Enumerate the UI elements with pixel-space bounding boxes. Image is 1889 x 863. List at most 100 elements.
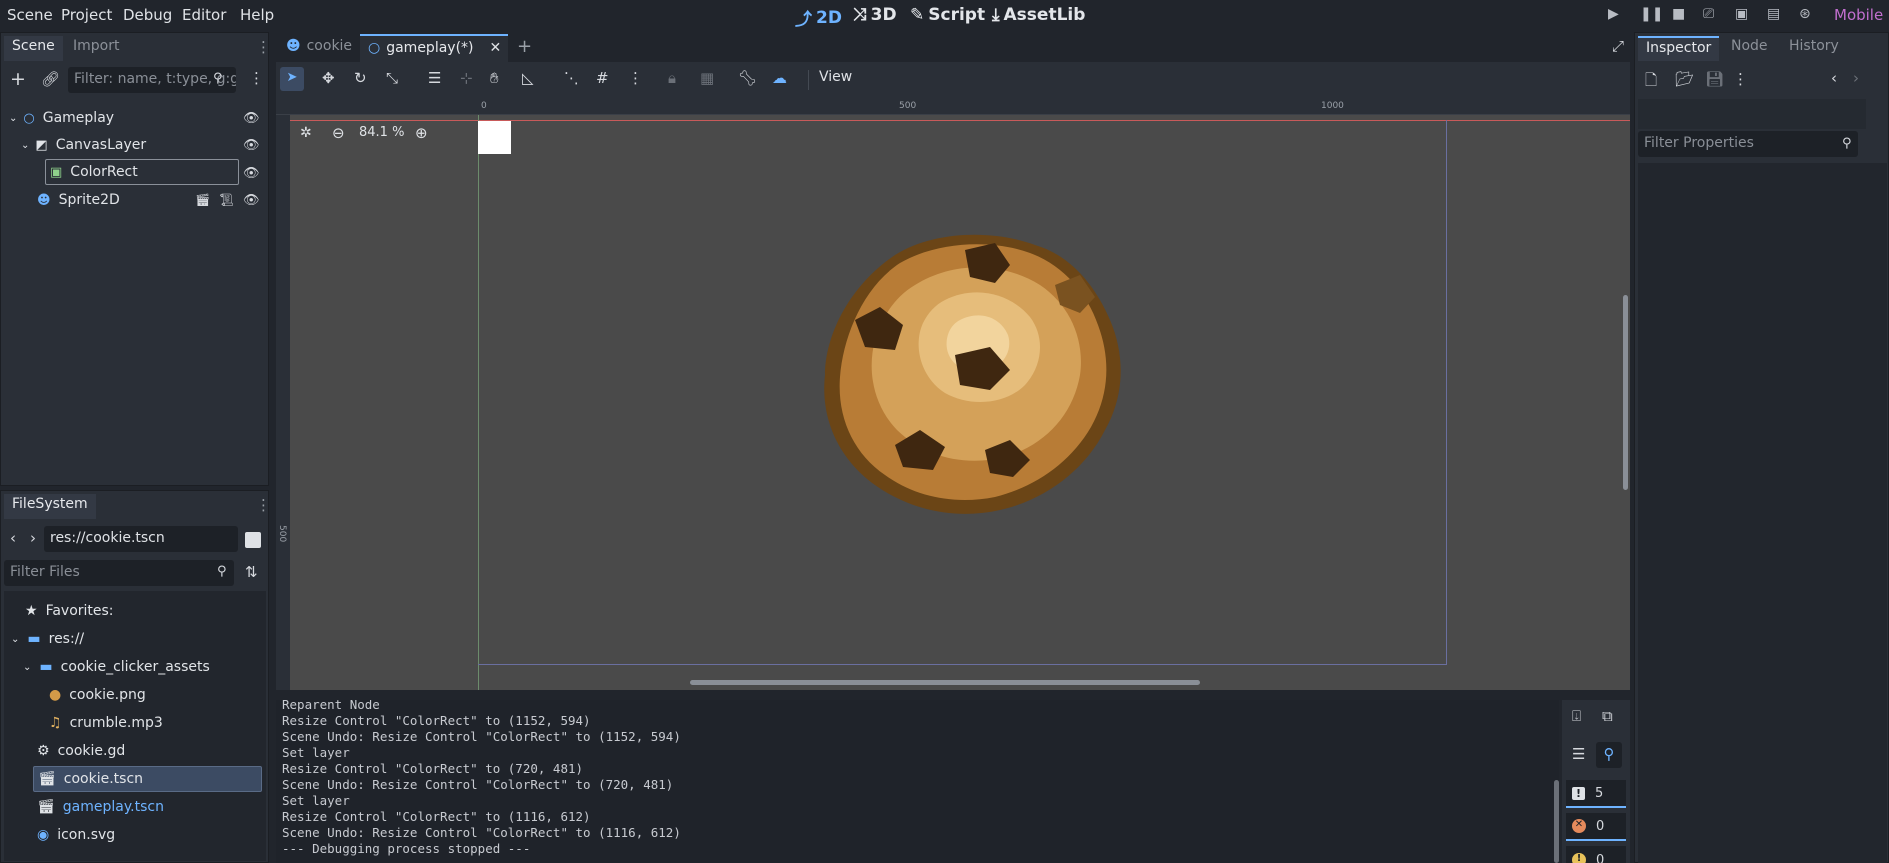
menu-scene[interactable]: Scene: [7, 6, 53, 24]
sort-icon[interactable]: ⇅: [245, 563, 258, 581]
resource-options-icon[interactable]: ⋮: [1733, 70, 1748, 88]
zoom-out-icon[interactable]: ⊖: [332, 124, 345, 142]
scale-tool-icon[interactable]: ⤡: [386, 69, 398, 87]
snap-options-icon[interactable]: ⋮: [628, 69, 643, 87]
stop-icon[interactable]: ■: [1672, 6, 1685, 22]
menu-editor[interactable]: Editor: [182, 6, 226, 24]
distraction-free-icon[interactable]: ⤢: [1612, 37, 1624, 55]
collapse-icon[interactable]: ☰: [1572, 745, 1585, 763]
copy-icon[interactable]: ⧉: [1602, 707, 1613, 725]
bone-icon[interactable]: 🦴︎: [738, 69, 757, 87]
filter-files-input[interactable]: Filter Files: [4, 560, 234, 586]
tab-history[interactable]: History: [1789, 38, 1839, 54]
move-tool-icon[interactable]: ✥: [322, 69, 335, 87]
file-cookie-png[interactable]: ● cookie.png: [49, 682, 146, 708]
clear-output-icon[interactable]: ⍗: [1572, 707, 1581, 725]
scene-options-icon[interactable]: ⋮: [249, 69, 264, 87]
play-scene-icon[interactable]: ▣: [1735, 6, 1748, 22]
cookie-sprite[interactable]: [795, 225, 1145, 525]
visibility-eye-icon[interactable]: 👁︎: [243, 111, 260, 126]
mode-assetlib-button[interactable]: ⤓ AssetLib: [992, 5, 1085, 25]
instance-scene-icon[interactable]: 🔗︎: [41, 70, 60, 88]
menu-help[interactable]: Help: [240, 6, 274, 24]
horizontal-scrollbar[interactable]: [690, 680, 1200, 685]
tab-cookie[interactable]: ☻ cookie: [278, 34, 360, 62]
history-back-icon[interactable]: ‹: [1831, 69, 1837, 87]
movie-maker-icon[interactable]: ⊛: [1799, 6, 1811, 22]
tab-filesystem[interactable]: FileSystem: [4, 494, 96, 519]
close-icon[interactable]: ✕: [490, 40, 502, 58]
new-resource-icon[interactable]: 🗋︎: [1645, 70, 1657, 95]
tab-import[interactable]: Import: [73, 38, 119, 54]
visibility-eye-icon[interactable]: 👁︎: [243, 193, 260, 208]
play-custom-scene-icon[interactable]: ▤: [1767, 6, 1780, 22]
center-view-icon[interactable]: ✲: [300, 125, 312, 141]
mode-2d-button[interactable]: ⤴ 2D: [795, 5, 842, 31]
tab-node[interactable]: Node: [1731, 38, 1768, 54]
split-mode-icon[interactable]: [245, 532, 261, 548]
script-attached-icon[interactable]: 📜︎: [219, 193, 234, 207]
menu-project[interactable]: Project: [61, 6, 112, 24]
favorites-item[interactable]: ★ Favorites:: [25, 598, 114, 624]
tab-scene[interactable]: Scene: [4, 36, 63, 61]
path-field[interactable]: res://cookie.tscn: [44, 526, 238, 552]
file-cookie-tscn[interactable]: 🎬︎ cookie.tscn: [33, 766, 262, 792]
save-resource-icon[interactable]: 💾︎: [1705, 70, 1724, 88]
console-scrollbar[interactable]: [1554, 780, 1559, 863]
history-forward-icon[interactable]: ›: [1853, 69, 1859, 87]
add-node-icon[interactable]: +: [10, 68, 26, 90]
tree-item-canvaslayer[interactable]: ⌄ ◩ CanvasLayer: [21, 132, 146, 158]
play-icon[interactable]: ▶: [1608, 6, 1619, 22]
visibility-eye-icon[interactable]: 👁︎: [243, 138, 260, 153]
search-icon[interactable]: ⚲: [1596, 742, 1622, 768]
remote-debug-icon[interactable]: ⎚: [1703, 6, 1714, 22]
new-tab-icon[interactable]: +: [517, 36, 532, 57]
view-menu[interactable]: View: [819, 69, 852, 85]
back-icon[interactable]: ‹: [10, 529, 16, 547]
list-select-icon[interactable]: ☰: [428, 69, 441, 87]
color-rect[interactable]: [478, 121, 511, 154]
select-tool-icon[interactable]: ➤: [280, 67, 304, 91]
scene-filter-input[interactable]: Filter: name, t:type, g:group: [68, 67, 236, 93]
tree-item-colorrect[interactable]: ▣ ColorRect: [45, 159, 239, 185]
folder-res[interactable]: ⌄ ▬ res://: [11, 626, 84, 652]
file-crumble-mp3[interactable]: ♫ crumble.mp3: [49, 710, 163, 736]
object-selector[interactable]: [1638, 99, 1866, 129]
pause-icon[interactable]: ❚❚: [1640, 6, 1663, 22]
pan-tool-icon[interactable]: ✋︎: [490, 69, 499, 87]
pivot-tool-icon[interactable]: ⊹: [460, 69, 473, 87]
ruler-tool-icon[interactable]: ◺: [522, 69, 534, 87]
zoom-level[interactable]: 84.1 %: [359, 125, 404, 140]
visibility-eye-icon[interactable]: 👁︎: [243, 166, 260, 181]
dock-menu-icon[interactable]: ⋮: [256, 38, 271, 56]
filter-messages-toggle[interactable]: ! 5: [1566, 780, 1626, 808]
smart-snap-icon[interactable]: ⋱: [564, 69, 579, 87]
dock-menu-icon[interactable]: ⋮: [256, 496, 271, 514]
rotate-tool-icon[interactable]: ↻: [354, 69, 367, 87]
load-resource-icon[interactable]: 📂︎: [1675, 70, 1694, 88]
canvas-viewport[interactable]: ✲ ⊖ 84.1 % ⊕: [290, 115, 1630, 690]
particles-icon[interactable]: ☁: [772, 69, 787, 87]
tab-inspector[interactable]: Inspector: [1638, 36, 1720, 61]
filter-properties-input[interactable]: Filter Properties: [1638, 131, 1858, 157]
filter-errors-toggle[interactable]: ✕ 0: [1566, 813, 1626, 841]
mode-script-button[interactable]: ✎ Script: [910, 5, 985, 25]
forward-icon[interactable]: ›: [30, 529, 36, 547]
tab-gameplay[interactable]: ○ gameplay(*) ✕: [360, 34, 508, 62]
lock-icon[interactable]: 🔒︎: [668, 69, 676, 87]
group-icon[interactable]: ▦: [700, 69, 714, 87]
tree-item-gameplay[interactable]: ⌄ ○ Gameplay: [9, 105, 114, 131]
file-cookie-gd[interactable]: ⚙ cookie.gd: [37, 738, 125, 764]
menu-debug[interactable]: Debug: [123, 6, 172, 24]
file-icon-svg[interactable]: ◉ icon.svg: [37, 822, 115, 848]
zoom-in-icon[interactable]: ⊕: [415, 124, 428, 142]
mode-3d-button[interactable]: ⤨ 3D: [853, 5, 897, 25]
tree-item-sprite2d[interactable]: ☻ Sprite2D: [37, 187, 120, 213]
folder-cookie-clicker-assets[interactable]: ⌄ ▬ cookie_clicker_assets: [23, 654, 210, 680]
renderer-selector[interactable]: Mobile: [1834, 6, 1883, 24]
filter-warnings-toggle[interactable]: ! 0: [1566, 846, 1626, 863]
grid-snap-icon[interactable]: #: [596, 69, 609, 87]
vertical-scrollbar[interactable]: [1623, 295, 1628, 490]
file-gameplay-tscn[interactable]: 🎬︎ gameplay.tscn: [37, 794, 164, 820]
clapper-icon[interactable]: 🎬︎: [195, 193, 210, 207]
